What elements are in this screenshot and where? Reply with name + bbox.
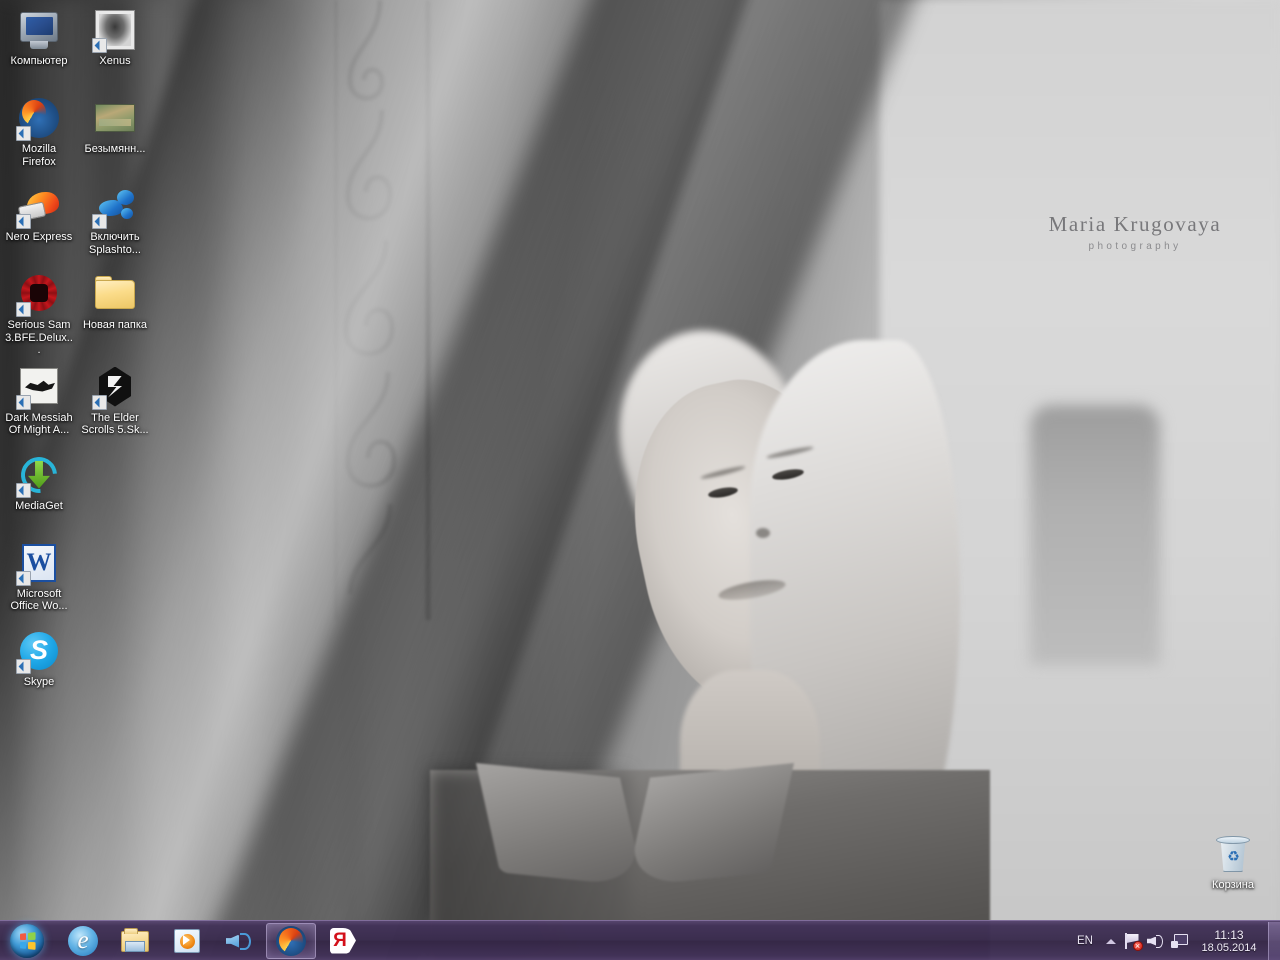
desktop-icon-computer[interactable]: Компьютер	[4, 4, 74, 90]
mediaget-icon	[13, 449, 65, 500]
desktop-icon-label: Xenus	[99, 55, 131, 67]
desktop-icon-recycle-bin[interactable]: ♻ Корзина	[1198, 832, 1268, 892]
firefox-icon	[276, 925, 306, 956]
volume-speaker-icon[interactable]	[1144, 926, 1168, 956]
desktop-icon-label: Serious Sam 3.BFE.Delux...	[5, 319, 73, 356]
dark-messiah-icon	[16, 365, 61, 410]
desktop[interactable]: Maria Krugovaya photography Компьютер Xe…	[0, 0, 1280, 960]
action-center-flag-icon[interactable]	[1120, 926, 1144, 956]
desktop-icon-spacer	[80, 449, 150, 535]
desktop-icon-mozilla-firefox[interactable]: Mozilla Firefox	[4, 92, 74, 178]
desktop-icon-xenus[interactable]: Xenus	[80, 4, 150, 90]
recycle-bin-icon: ♻	[1211, 832, 1255, 876]
speaker-icon	[224, 926, 254, 956]
shortcut-overlay-icon	[92, 394, 107, 410]
folder-icon	[93, 272, 137, 316]
image-file-icon	[93, 96, 137, 140]
shortcut-overlay-icon	[16, 126, 31, 141]
taskbar-quicklaunch	[57, 922, 369, 960]
desktop-icon-label: Microsoft Office Wo...	[10, 587, 68, 613]
folder-icon	[120, 926, 150, 956]
taskbar[interactable]: EN 11:13 18.05.2014	[0, 920, 1280, 960]
shortcut-overlay-icon	[16, 570, 31, 586]
shortcut-overlay-icon	[16, 214, 31, 229]
system-tray: EN 11:13 18.05.2014	[1068, 921, 1280, 960]
wallpaper-archway	[1030, 405, 1160, 665]
desktop-icon-dark-messiah[interactable]: Dark Messiah Of Might A...	[4, 361, 74, 447]
desktop-icon-label: Включить Splashto...	[89, 231, 141, 256]
recycle-bin-label: Корзина	[1212, 879, 1254, 891]
desktop-icon-bezymyannyi[interactable]: Безымянн...	[80, 92, 150, 178]
watermark-name: Maria Krugovaya	[1048, 212, 1222, 236]
computer-icon	[17, 8, 61, 52]
taskbar-button-volume-app[interactable]	[214, 923, 264, 959]
ie-icon	[68, 925, 98, 956]
skype-icon	[16, 629, 61, 674]
taskbar-button-internet-explorer[interactable]	[58, 923, 108, 959]
xenus-icon	[92, 8, 137, 53]
word-icon	[16, 541, 61, 586]
desktop-icon-skyrim[interactable]: The Elder Scrolls 5.Sk...	[80, 361, 150, 447]
desktop-icon-label: The Elder Scrolls 5.Sk...	[81, 411, 149, 437]
show-desktop-button[interactable]	[1268, 922, 1280, 960]
desktop-icon-mediaget[interactable]: MediaGet	[4, 449, 74, 535]
desktop-icon-label: Новая папка	[82, 319, 148, 331]
nero-express-icon	[16, 184, 61, 229]
desktop-icon-microsoft-word[interactable]: Microsoft Office Wo...	[4, 537, 74, 623]
desktop-icon-label: Mozilla Firefox	[21, 143, 57, 168]
wallpaper-watermark: Maria Krugovaya photography	[1035, 212, 1235, 252]
desktop-icon-label: Skype	[23, 675, 55, 688]
windows-orb-icon	[10, 923, 44, 958]
yandex-icon	[328, 926, 358, 956]
shortcut-overlay-icon	[92, 38, 107, 53]
shortcut-overlay-icon	[92, 214, 107, 229]
clock-date: 18.05.2014	[1201, 941, 1257, 954]
desktop-icon-skype[interactable]: Skype	[4, 625, 74, 711]
desktop-icon-nero-express[interactable]: Nero Express	[4, 180, 74, 266]
taskbar-button-windows-explorer[interactable]	[110, 923, 160, 959]
desktop-wallpaper: Maria Krugovaya photography	[0, 0, 1280, 960]
shortcut-overlay-icon	[16, 394, 31, 410]
desktop-icon-label: Dark Messiah Of Might A...	[5, 411, 73, 437]
watermark-subtitle: photography	[1088, 241, 1182, 252]
taskbar-button-yandex-browser[interactable]	[318, 923, 368, 959]
language-indicator[interactable]: EN	[1068, 935, 1102, 947]
splashtop-icon	[92, 184, 137, 229]
desktop-icon-spacer	[80, 537, 150, 623]
serious-sam-icon	[16, 272, 61, 317]
firefox-icon	[16, 96, 61, 141]
desktop-icon-splashtop[interactable]: Включить Splashto...	[80, 180, 150, 266]
desktop-icon-serious-sam[interactable]: Serious Sam 3.BFE.Delux...	[4, 268, 74, 359]
media-player-icon	[172, 926, 202, 956]
desktop-icon-label: Nero Express	[5, 231, 73, 243]
desktop-icon-grid: Компьютер Xenus Mozilla Firefox Безымянн…	[4, 4, 152, 711]
taskbar-clock[interactable]: 11:13 18.05.2014	[1192, 921, 1266, 960]
shortcut-overlay-icon	[16, 302, 31, 317]
network-monitor-icon[interactable]	[1168, 926, 1192, 956]
shortcut-overlay-icon	[16, 658, 31, 674]
desktop-icon-new-folder[interactable]: Новая папка	[80, 268, 150, 359]
desktop-icon-label: Компьютер	[10, 55, 68, 67]
desktop-icon-label: Безымянн...	[84, 143, 146, 155]
taskbar-button-mozilla-firefox[interactable]	[266, 922, 316, 959]
desktop-icon-label: MediaGet	[15, 499, 63, 512]
start-button[interactable]	[1, 922, 53, 960]
chevron-up-icon[interactable]	[1102, 926, 1120, 956]
shortcut-overlay-icon	[16, 482, 31, 498]
taskbar-button-windows-media-player[interactable]	[162, 923, 212, 959]
skyrim-icon	[92, 365, 137, 410]
clock-time: 11:13	[1214, 927, 1244, 942]
